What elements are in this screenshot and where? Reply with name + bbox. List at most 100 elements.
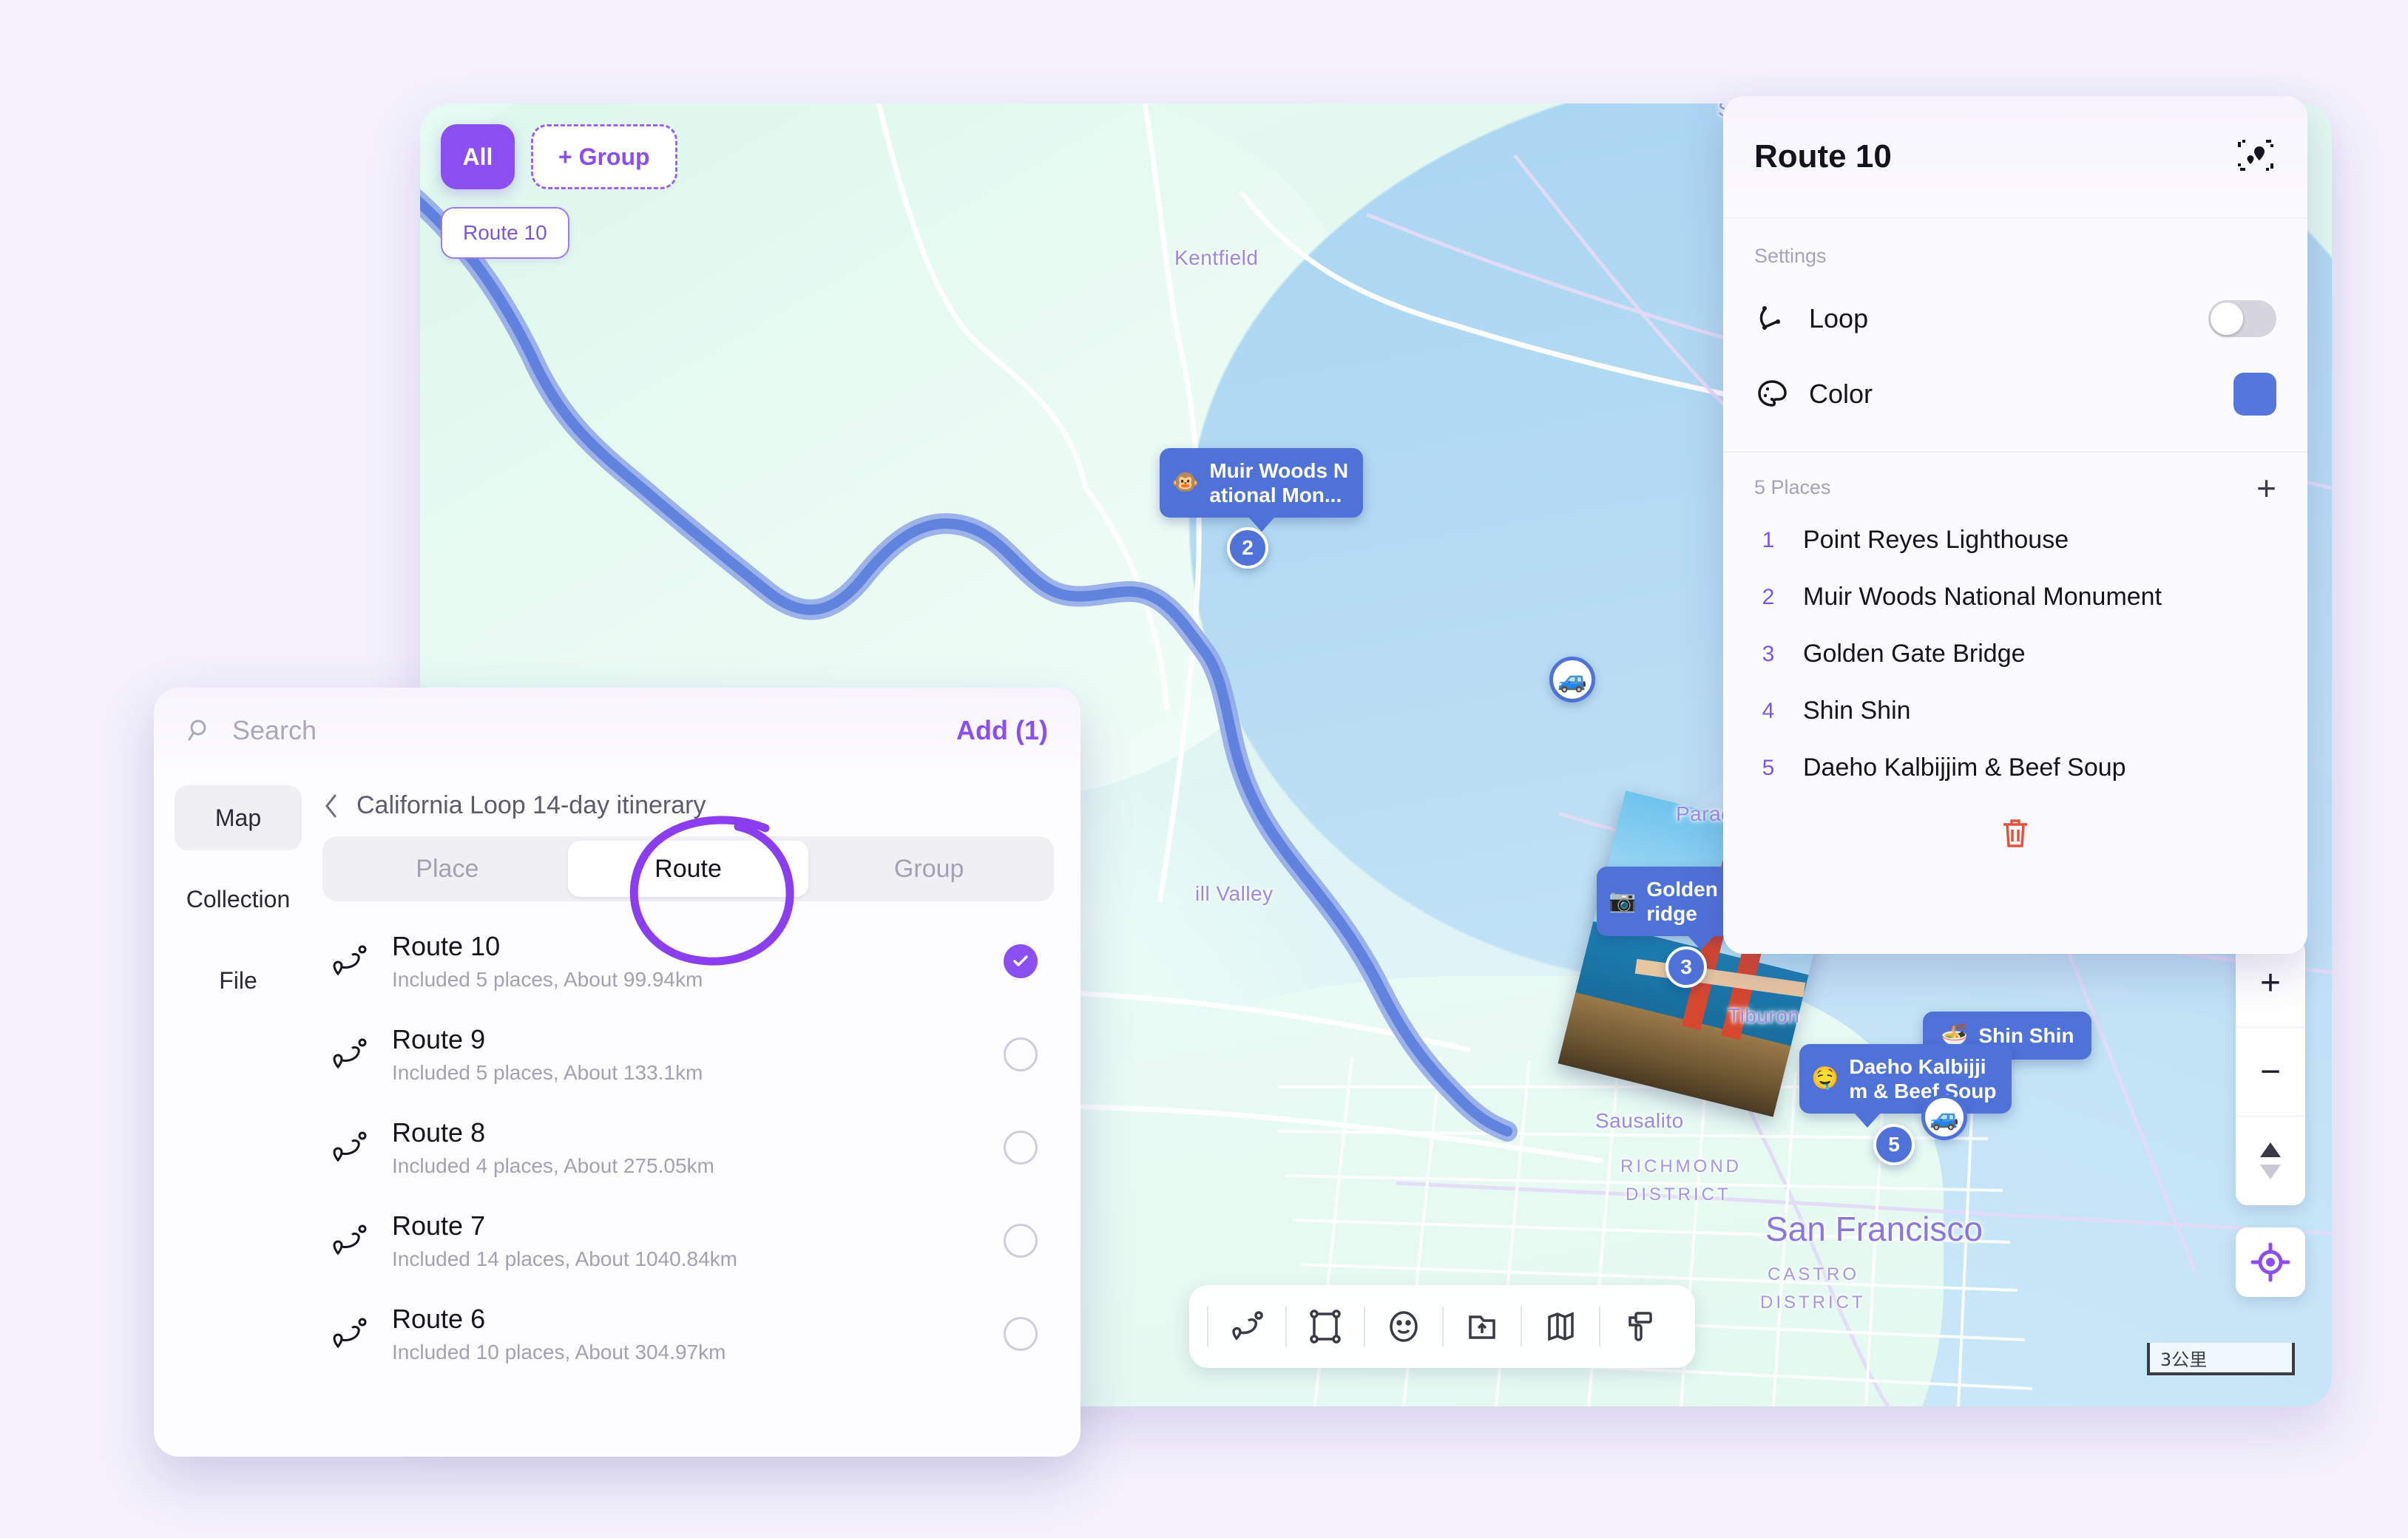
route-list: Route 10 Included 5 places, About 99.94k… — [322, 915, 1054, 1381]
loop-toggle[interactable] — [2208, 300, 2276, 337]
route-item-name: Route 10 — [392, 931, 501, 961]
panel-sidebar: Map Collection File — [154, 773, 322, 1457]
tab-group: Place Route Group — [322, 836, 1054, 901]
delete-route-button[interactable] — [1723, 796, 2307, 853]
map-bottom-toolbar — [1189, 1285, 1695, 1368]
toolbar-paint-button[interactable] — [1600, 1285, 1677, 1368]
route-item-sub: Included 4 places, About 275.05km — [392, 1154, 714, 1177]
map-pin-5[interactable]: 5 — [1873, 1124, 1915, 1165]
place-list-item[interactable]: 2 Muir Woods National Monument — [1723, 569, 2307, 626]
check-icon — [1013, 955, 1028, 966]
route-item-texts: Route 8 Included 4 places, About 275.05k… — [392, 1117, 983, 1178]
route-select-radio[interactable] — [1004, 1317, 1038, 1351]
place-index: 1 — [1762, 527, 1775, 552]
place-list-item[interactable]: 1 Point Reyes Lighthouse — [1723, 512, 2307, 569]
route-panel-header: Route 10 — [1723, 96, 2307, 218]
map-top-controls: All + Group Route 10 — [441, 124, 677, 259]
panel-topbar: Search Add (1) — [154, 688, 1080, 773]
route-pin-icon — [333, 945, 367, 976]
route-list-item[interactable]: Route 8 Included 4 places, About 275.05k… — [322, 1101, 1054, 1194]
loop-label: Loop — [1809, 303, 1869, 333]
add-group-button[interactable]: + Group — [531, 124, 677, 189]
setting-row-loop[interactable]: Loop — [1723, 281, 2307, 356]
toggle-knob — [2211, 302, 2243, 335]
sidebar-item-file[interactable]: File — [175, 948, 302, 1013]
tab-place[interactable]: Place — [327, 841, 568, 897]
search-input[interactable]: Search — [232, 715, 938, 746]
place-list-item[interactable]: 4 Shin Shin — [1723, 682, 2307, 739]
route-item-sub: Included 5 places, About 133.1km — [392, 1061, 703, 1084]
sidebar-item-map[interactable]: Map — [175, 785, 302, 850]
route-item-sub: Included 14 places, About 1040.84km — [392, 1247, 738, 1270]
route-select-radio[interactable] — [1004, 1131, 1038, 1165]
locate-button[interactable] — [2236, 1227, 2305, 1297]
marker-bubble[interactable]: 🤤 Daeho Kalbijji m & Beef Soup — [1799, 1044, 2012, 1128]
chevron-left-icon[interactable] — [322, 792, 340, 820]
locate-icon — [2250, 1242, 2290, 1282]
palette-icon — [1758, 380, 1787, 407]
route-pin-icon — [333, 1131, 367, 1162]
add-route-panel: Search Add (1) Map Collection File Calif… — [154, 688, 1080, 1457]
route-pin-icon — [333, 1224, 367, 1256]
map-marker-daeho[interactable]: 🤤 Daeho Kalbijji m & Beef Soup — [1799, 1044, 2012, 1128]
map-zoom-controls: + − — [2236, 939, 2305, 1205]
route-item-name: Route 6 — [392, 1304, 486, 1334]
breadcrumb[interactable]: California Loop 14-day itinerary — [322, 773, 1054, 836]
loop-icon — [1759, 306, 1780, 330]
route-select-radio[interactable] — [1004, 1037, 1038, 1071]
marker-label: Daeho Kalbijji m & Beef Soup — [1849, 1055, 1997, 1103]
place-index: 4 — [1762, 698, 1775, 723]
marker-label: Muir Woods National Mon... — [1209, 459, 1349, 507]
map-vehicle-pin[interactable]: 🚙 — [1921, 1094, 1967, 1140]
panel-main: California Loop 14-day itinerary Place R… — [322, 773, 1080, 1457]
toolbar-route-pin-button[interactable] — [1208, 1285, 1285, 1368]
route-list-item[interactable]: Route 10 Included 5 places, About 99.94k… — [322, 915, 1054, 1008]
toolbar-map-layer-button[interactable] — [1522, 1285, 1599, 1368]
route-list-item[interactable]: Route 9 Included 5 places, About 133.1km — [322, 1008, 1054, 1101]
place-name: Golden Gate Bridge — [1803, 640, 2026, 668]
map-pin-2[interactable]: 2 — [1227, 527, 1268, 569]
route-item-name: Route 9 — [392, 1024, 486, 1054]
route-pin-icon — [333, 1038, 367, 1069]
add-place-button[interactable]: + — [2256, 471, 2276, 505]
places-section-header: 5 Places + — [1723, 453, 2307, 512]
sidebar-item-collection[interactable]: Collection — [175, 867, 302, 932]
setting-row-color[interactable]: Color — [1723, 356, 2307, 432]
filter-all-button[interactable]: All — [441, 124, 515, 189]
route-item-sub: Included 10 places, About 304.97km — [392, 1341, 726, 1363]
marker-bubble[interactable]: 🐵 Muir Woods National Mon... — [1160, 448, 1364, 532]
place-list-item[interactable]: 5 Daeho Kalbijjim & Beef Soup — [1723, 739, 2307, 796]
toolbar-upload-button[interactable] — [1444, 1285, 1521, 1368]
map-vehicle-pin[interactable]: 🚙 — [1549, 657, 1595, 702]
search-icon — [188, 719, 206, 741]
drooling-face-icon: 🤤 — [1811, 1066, 1839, 1091]
toolbar-emoji-button[interactable] — [1365, 1285, 1442, 1368]
monkey-icon: 🐵 — [1171, 470, 1200, 495]
places-list: 1 Point Reyes Lighthouse 2 Muir Woods Na… — [1723, 512, 2307, 796]
camera-icon: 📷 — [1609, 889, 1637, 914]
route-item-texts: Route 9 Included 5 places, About 133.1km — [392, 1024, 983, 1085]
route-chip-route-10[interactable]: Route 10 — [441, 207, 569, 259]
route-detail-panel: Route 10 Settings Loop Color 5 Places + … — [1723, 96, 2307, 954]
zoom-out-button[interactable]: − — [2236, 1028, 2305, 1117]
color-swatch[interactable] — [2233, 373, 2276, 416]
route-select-radio[interactable] — [1004, 944, 1038, 978]
route-panel-title: Route 10 — [1754, 138, 1892, 175]
upload-folder-icon — [1469, 1315, 1495, 1339]
toolbar-shape-button[interactable] — [1287, 1285, 1364, 1368]
map-marker-muir-woods[interactable]: 🐵 Muir Woods National Mon... — [1160, 448, 1364, 532]
route-list-item[interactable]: Route 6 Included 10 places, About 304.97… — [322, 1287, 1054, 1381]
focus-places-button[interactable] — [2235, 135, 2276, 180]
tab-route[interactable]: Route — [567, 841, 809, 897]
place-list-item[interactable]: 3 Golden Gate Bridge — [1723, 626, 2307, 682]
tilt-button[interactable] — [2236, 1117, 2305, 1205]
app-root: San Pablo Kentfield Paradise Cay ill Val… — [0, 0, 2408, 1538]
focus-places-icon — [2238, 139, 2273, 171]
route-select-radio[interactable] — [1004, 1224, 1038, 1258]
place-index: 5 — [1762, 755, 1775, 780]
add-selected-button[interactable]: Add (1) — [956, 715, 1048, 746]
trash-icon — [2003, 819, 2027, 848]
route-list-item[interactable]: Route 7 Included 14 places, About 1040.8… — [322, 1194, 1054, 1287]
map-pin-3[interactable]: 3 — [1665, 946, 1707, 988]
tab-group[interactable]: Group — [808, 841, 1049, 897]
